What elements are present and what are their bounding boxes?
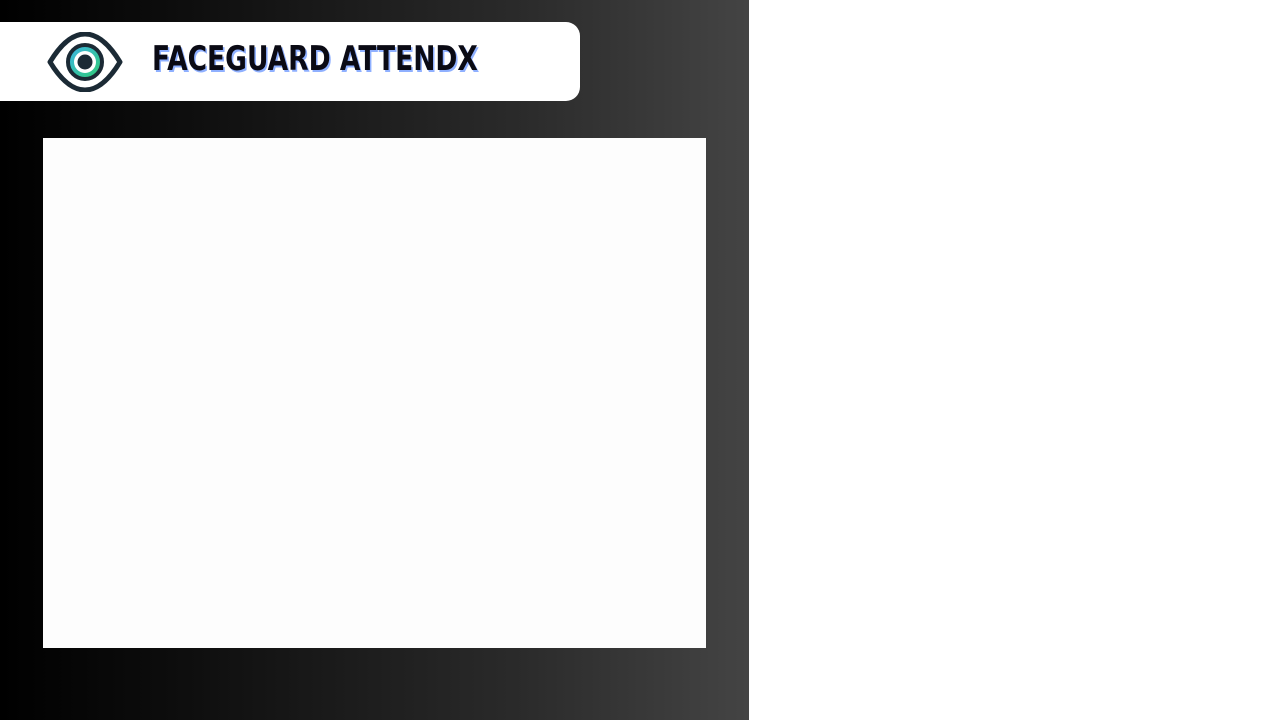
camera-feed [43, 138, 706, 648]
left-panel: FACEGUARD ATTENDX [0, 0, 749, 720]
right-panel [749, 0, 1280, 720]
app-window: FACEGUARD ATTENDX [0, 0, 1280, 720]
app-title: FACEGUARD ATTENDX [152, 39, 478, 79]
eye-icon [47, 32, 123, 92]
